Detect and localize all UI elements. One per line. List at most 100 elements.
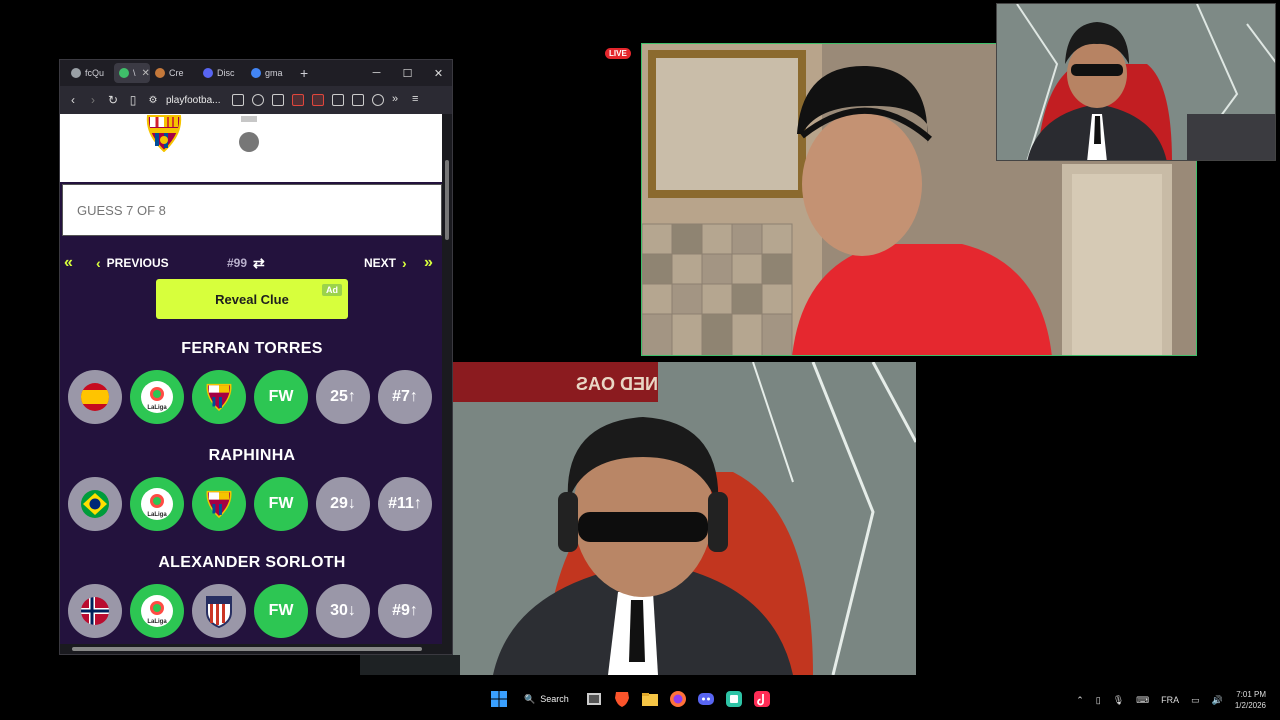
tab-close-icon[interactable]: ✕ [142, 68, 150, 79]
brave-shields-icon[interactable] [292, 94, 304, 106]
laliga-logo-icon: LaLiga [130, 584, 184, 638]
menu-icon[interactable]: ≡ [412, 94, 424, 106]
nav-bar: ‹ › ↻ ▯ ⚙ playfootba... » ≡ [60, 86, 452, 114]
guess-input[interactable] [62, 184, 442, 236]
svg-text:LaLiga: LaLiga [147, 619, 167, 625]
position-chip: FW [254, 370, 308, 424]
extension-icon[interactable] [312, 94, 324, 106]
discord-icon[interactable] [697, 690, 715, 708]
tab-fcquiz[interactable]: fcQu [66, 63, 114, 83]
horizontal-scrollbar[interactable] [60, 644, 452, 654]
chevron-left-icon: ‹ [96, 255, 101, 271]
shirt-number-chip: #9 ↑ [378, 584, 432, 638]
puzzle-icon[interactable] [352, 94, 364, 106]
game-page: « ‹ PREVIOUS #99 ⇄ NEXT › » Reveal Clue … [60, 114, 444, 648]
position-chip: FW [254, 477, 308, 531]
file-explorer-icon[interactable] [641, 690, 659, 708]
webcam-feed-edge [360, 655, 460, 675]
forward-icon[interactable]: › [86, 93, 100, 107]
taskbar: 🔍 Search ⌃ ▯ 🎙 ⌨ FRA ▭ 🔊 7:01 PM 1/2/2026 [0, 684, 1280, 720]
age-chip: 25 ↑ [316, 370, 370, 424]
previous-button[interactable]: ‹ PREVIOUS [96, 255, 169, 271]
age-chip: 29 ↓ [316, 477, 370, 531]
windows-start-icon[interactable] [490, 690, 508, 708]
desktop: fcQu \ ✕ Cre Disc gma + ─ ☐ ✕ ‹ › ↻ ▯ ⚙ p… [0, 0, 1280, 720]
tab-favicon-icon [155, 68, 165, 78]
clock[interactable]: 7:01 PM 1/2/2026 [1235, 689, 1266, 711]
system-tray: ⌃ ▯ 🎙 ⌨ FRA ▭ 🔊 7:01 PM 1/2/2026 [1076, 689, 1266, 711]
svg-text:LaLiga: LaLiga [147, 405, 167, 411]
browser-window: fcQu \ ✕ Cre Disc gma + ─ ☐ ✕ ‹ › ↻ ▯ ⚙ p… [59, 59, 453, 655]
vertical-scrollbar[interactable] [442, 114, 452, 648]
window-controls: ─ ☐ ✕ [361, 60, 452, 86]
webcam-feed-guest [996, 3, 1276, 161]
norway-flag-icon [68, 584, 122, 638]
cast-icon[interactable] [232, 94, 244, 106]
taskbar-search[interactable]: 🔍 Search [518, 694, 575, 705]
chevron-up-icon[interactable]: ⌃ [1076, 695, 1084, 706]
fc-barcelona-crest-icon [192, 477, 246, 531]
usb-icon[interactable]: ▯ [1096, 695, 1101, 706]
chevron-right-icon: › [402, 255, 407, 271]
vpn-icon[interactable] [372, 94, 384, 106]
arrow-up-icon: ↑ [347, 388, 356, 405]
guess-player-name: ALEXANDER SORLOTH [158, 554, 346, 571]
mystery-player-icon [239, 116, 259, 152]
laliga-logo-icon: LaLiga [130, 370, 184, 424]
puzzle-navigation: « ‹ PREVIOUS #99 ⇄ NEXT › » [60, 252, 444, 274]
guess-row: LaLiga FW 29 ↓ #11 ↑ [68, 477, 438, 531]
tab-discord[interactable]: Disc [198, 63, 246, 83]
firefox-icon[interactable] [669, 690, 687, 708]
maximize-icon[interactable]: ☐ [392, 60, 423, 86]
brave-browser-icon[interactable] [613, 690, 631, 708]
minimize-icon[interactable]: ─ [361, 60, 392, 86]
zoom-icon[interactable] [252, 94, 264, 106]
tab-create[interactable]: Cre [150, 63, 198, 83]
arrow-down-icon: ↓ [347, 495, 356, 512]
next-button[interactable]: NEXT › [364, 255, 407, 271]
shuffle-icon[interactable]: ⇄ [253, 255, 265, 272]
svg-text:LaLiga: LaLiga [147, 512, 167, 518]
microphone-icon[interactable]: 🎙 [1113, 695, 1124, 706]
close-icon[interactable]: ✕ [423, 60, 452, 86]
tab-favicon-icon [203, 68, 213, 78]
taskbar-apps: 🔍 Search [490, 690, 771, 708]
reload-icon[interactable]: ↻ [106, 93, 120, 107]
tiktok-icon[interactable] [753, 690, 771, 708]
target-clue-panel [60, 114, 444, 182]
tab-active[interactable]: \ ✕ [114, 63, 150, 83]
app-icon[interactable] [725, 690, 743, 708]
back-icon[interactable]: ‹ [66, 93, 80, 107]
tab-bar: fcQu \ ✕ Cre Disc gma + ─ ☐ ✕ [60, 60, 452, 86]
keyboard-icon[interactable]: ⌨ [1136, 695, 1149, 706]
sidebar-icon[interactable] [332, 94, 344, 106]
tab-favicon-icon [251, 68, 261, 78]
fc-barcelona-crest-icon [146, 115, 182, 152]
bookmark-icon[interactable]: ▯ [126, 93, 140, 107]
scrollbar-thumb[interactable] [72, 647, 422, 651]
first-puzzle-icon[interactable]: « [64, 254, 73, 272]
brazil-flag-icon [68, 477, 122, 531]
new-tab-icon[interactable]: + [300, 65, 308, 81]
webcam-feed-host: NED OAS [453, 362, 916, 675]
address-bar[interactable]: playfootba... [166, 95, 224, 106]
overflow-chevron-icon[interactable]: » [392, 94, 404, 106]
tab-gmail[interactable]: gma [246, 63, 294, 83]
guess-player-name: RAPHINHA [208, 447, 296, 464]
arrow-up-icon: ↑ [409, 388, 418, 405]
spain-flag-icon [68, 370, 122, 424]
task-view-icon[interactable] [585, 690, 603, 708]
share-icon[interactable] [272, 94, 284, 106]
last-puzzle-icon[interactable]: » [424, 254, 433, 272]
volume-icon[interactable]: 🔊 [1212, 695, 1223, 706]
reveal-clue-button[interactable]: Reveal Clue Ad [156, 279, 348, 319]
display-icon[interactable]: ▭ [1191, 695, 1200, 706]
language-indicator[interactable]: FRA [1161, 695, 1179, 705]
site-info-icon[interactable]: ⚙ [146, 95, 160, 106]
atletico-madrid-crest-icon [192, 584, 246, 638]
puzzle-number: #99 ⇄ [227, 254, 265, 272]
position-chip: FW [254, 584, 308, 638]
fc-barcelona-crest-icon [192, 370, 246, 424]
ad-badge: Ad [322, 284, 342, 296]
scrollbar-thumb[interactable] [445, 160, 449, 240]
